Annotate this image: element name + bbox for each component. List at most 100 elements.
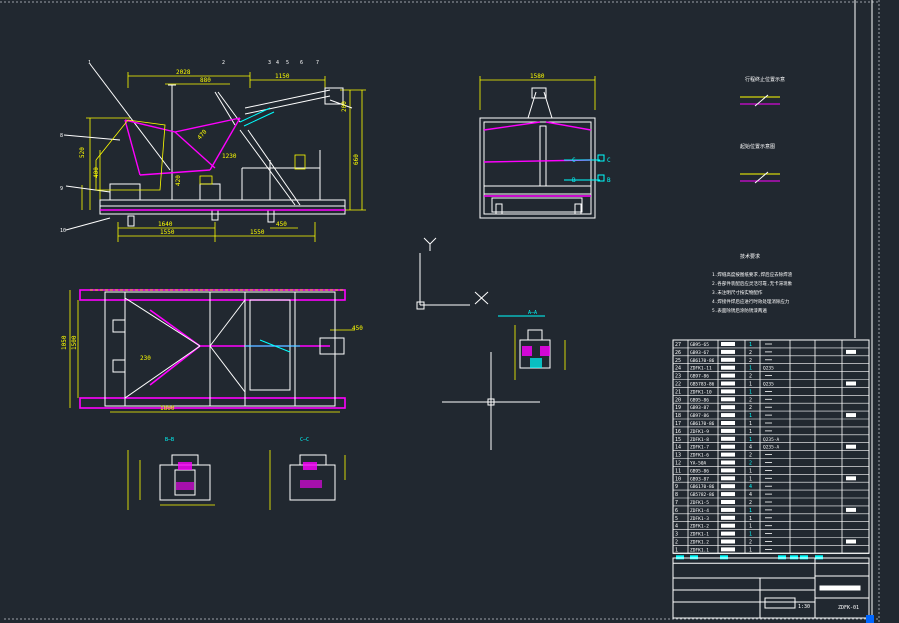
svg-text:1: 1	[88, 60, 91, 66]
bom-row-code: ZDFK1-9	[690, 429, 709, 435]
section-c-c: C—C	[269, 437, 346, 510]
bom-row-code: GB6170-86	[690, 484, 715, 490]
bom-row-name	[721, 539, 735, 544]
bom-row-name	[721, 381, 735, 386]
bom-row-code: ZDFK1-7	[690, 445, 709, 451]
bom-row-number: 18	[675, 413, 681, 419]
svg-text:C—C: C—C	[300, 437, 309, 443]
bom-row-name	[721, 476, 735, 481]
bom-row-number: 17	[675, 421, 681, 427]
front-view: 1580 C C B B	[479, 73, 611, 219]
bom-row-number: 12	[675, 461, 681, 467]
plan-view: 1800 1050 1500 450 230	[61, 289, 363, 413]
bom-row-number: 15	[675, 437, 681, 443]
bom-row-code: GB97-86	[690, 374, 709, 380]
svg-text:6: 6	[300, 60, 303, 66]
bom-row-code: GB93-87	[690, 476, 709, 482]
bom-color-key	[790, 555, 798, 560]
bom-row-qty: 2	[749, 461, 752, 467]
cad-corner-marker	[866, 615, 874, 623]
bom-row-number: 3	[675, 532, 678, 538]
bom-row-code: ZDFK1-3	[690, 516, 709, 522]
bom-row-name	[721, 342, 735, 346]
svg-text:2: 2	[222, 60, 225, 66]
bom-row-number: 26	[675, 350, 681, 356]
drawing-number: ZDFK-01	[838, 605, 859, 611]
bom-row-qty: 1	[749, 476, 752, 482]
dim-label: 1580	[530, 73, 545, 80]
bom-row-code: ZDFK1.1	[690, 547, 709, 553]
svg-text:3: 3	[268, 60, 271, 66]
bom-color-key	[800, 555, 808, 560]
bom-row-qty: 1	[749, 342, 752, 348]
bom-color-key	[690, 555, 698, 560]
bom-row-number: 13	[675, 453, 681, 459]
bom-row-material: Q235	[763, 382, 774, 388]
bom-row-qty: 1	[749, 366, 752, 372]
bom-row-code: ZDFK1-8	[690, 437, 709, 443]
svg-text:2.各部件装配后应灵活可靠,无卡滞现象: 2.各部件装配后应灵活可靠,无卡滞现象	[712, 280, 793, 287]
bom-row-number: 4	[675, 524, 678, 530]
svg-text:B—B: B—B	[165, 437, 174, 443]
bom-row-qty: 2	[749, 453, 752, 459]
bom-row-qty: 1	[749, 413, 752, 419]
bom-row-qty: 2	[749, 500, 752, 506]
bom-row-code: ZDFK1-2	[690, 524, 709, 530]
svg-text:5: 5	[286, 60, 289, 66]
bom-row-material: Q235-A	[763, 437, 780, 443]
dim-label: 450	[352, 325, 363, 332]
bom-row-number: 20	[675, 397, 681, 403]
bom-row-code: GB93-67	[690, 350, 709, 356]
dim-label: 1500	[71, 335, 78, 350]
bom-row-code: ZDFK1-4	[690, 508, 709, 514]
scale-label: 1:30	[798, 604, 810, 610]
bom-row-name	[721, 389, 735, 394]
bom-row-qty: 2	[749, 397, 752, 403]
dim-label: 880	[200, 77, 211, 84]
side-view: 2028 880 1150 1640 1550 1550 450 520 400…	[60, 60, 366, 242]
bom-row-qty: 1	[749, 389, 752, 395]
svg-text:7: 7	[316, 60, 319, 66]
section-marker: B	[572, 177, 576, 184]
bom-row-name	[721, 452, 735, 457]
dim-label: 1550	[250, 229, 265, 236]
side-view-callouts: 1 2 3 4 5 6 7 8 9 10	[60, 60, 319, 234]
dim-label: 660	[353, 154, 360, 165]
bom-row-number: 10	[675, 476, 681, 482]
dim-label: 470	[196, 128, 209, 141]
section-marker: B	[607, 177, 611, 184]
svg-text:8: 8	[60, 133, 63, 139]
bom-color-key	[720, 555, 728, 560]
bom-color-key	[778, 555, 786, 560]
svg-text:A—A: A—A	[528, 310, 537, 316]
bom-row-number: 7	[675, 500, 678, 506]
bom-row-code: GB6170-86	[690, 358, 715, 364]
bom-row-name	[721, 468, 735, 473]
dim-label: 1150	[275, 73, 290, 80]
bom-row-number: 1	[675, 547, 678, 553]
dim-label: 520	[79, 147, 86, 158]
bom-row-code: ZDFK1-10	[690, 389, 712, 395]
bom-row-qty: 4	[749, 484, 752, 490]
bom-row-qty: 2	[749, 374, 752, 380]
bom-row-code: GB97-86	[690, 413, 709, 419]
bom-row-name	[721, 547, 735, 552]
crosshair-cursor[interactable]	[442, 352, 540, 450]
bom-row-qty: 1	[749, 468, 752, 474]
svg-text:3.未注明尺寸按实物配作: 3.未注明尺寸按实物配作	[712, 289, 763, 296]
svg-text:4.焊接件焊后应进行时效处理消除应力: 4.焊接件焊后应进行时效处理消除应力	[712, 298, 790, 305]
bom-row-code: ZDFK1-6	[690, 453, 709, 459]
bom-row-code: GB95-86	[690, 397, 709, 403]
bom-row-qty: 1	[749, 547, 752, 553]
bom-row-material: Q235	[763, 366, 774, 372]
section-b-b: B—B	[127, 437, 215, 510]
position-legend: 行程终止位置示意 起始位置示意图	[740, 76, 785, 184]
bom-row-material: Q235-A	[763, 445, 780, 451]
bom-row-name	[721, 531, 735, 536]
bom-row-qty: 1	[749, 382, 752, 388]
front-view-frame	[479, 87, 596, 219]
bom-row-code: GB6170-86	[690, 421, 715, 427]
bom-row-number: 8	[675, 492, 678, 498]
bom-row-number: 23	[675, 374, 681, 380]
bom-row-name	[721, 444, 735, 449]
